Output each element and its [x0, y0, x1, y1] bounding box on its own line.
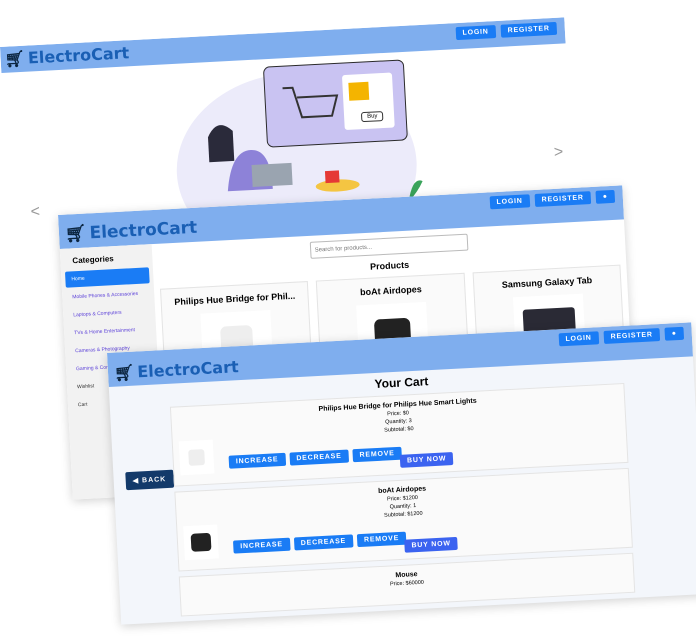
user-icon[interactable]: ● — [595, 189, 616, 204]
illustration-buy-label: Buy — [360, 111, 384, 123]
category-home[interactable]: Home — [64, 267, 150, 288]
logo[interactable]: 🛒︎ ElectroCart — [114, 357, 239, 382]
product-image — [178, 439, 215, 476]
register-button[interactable]: REGISTER — [500, 21, 558, 38]
buy-now-button[interactable]: BUY NOW — [404, 536, 459, 553]
back-button[interactable]: ◀ BACK — [125, 469, 174, 491]
categories-title: Categories — [72, 254, 114, 266]
register-button[interactable]: REGISTER — [603, 328, 661, 344]
cart-icon: 🛒︎ — [64, 223, 88, 245]
increase-button[interactable]: INCREASE — [228, 452, 286, 469]
cart-icon: 🛒︎ — [4, 48, 26, 69]
increase-button[interactable]: INCREASE — [232, 537, 291, 554]
category-laptops[interactable]: Laptops & Computers — [67, 303, 152, 323]
category-mobile[interactable]: Mobile Phones & Accessories — [66, 285, 151, 305]
remove-button[interactable]: REMOVE — [356, 531, 407, 548]
cart-screenshot: 🛒︎ ElectroCart LOGIN REGISTER ● Your Cart ◀… — [107, 322, 696, 625]
carousel-prev-icon[interactable]: < — [30, 203, 40, 221]
register-button[interactable]: REGISTER — [534, 191, 592, 208]
category-tvs[interactable]: TVs & Home Entertainment — [68, 321, 153, 341]
logo[interactable]: 🛒︎ ElectroCart — [65, 218, 198, 245]
carousel-next-icon[interactable]: > — [554, 144, 564, 162]
decrease-button[interactable]: DECREASE — [293, 534, 354, 551]
login-button[interactable]: LOGIN — [455, 25, 497, 41]
decrease-button[interactable]: DECREASE — [289, 449, 349, 466]
remove-button[interactable]: REMOVE — [352, 446, 403, 463]
product-image — [183, 524, 219, 561]
cart-icon: 🛒︎ — [113, 362, 135, 383]
logo[interactable]: 🛒︎ ElectroCart — [4, 43, 129, 68]
user-icon[interactable]: ● — [664, 326, 685, 341]
search-input[interactable] — [309, 233, 468, 259]
login-button[interactable]: LOGIN — [558, 331, 599, 347]
login-button[interactable]: LOGIN — [489, 194, 531, 210]
buy-now-button[interactable]: BUY NOW — [399, 452, 454, 468]
